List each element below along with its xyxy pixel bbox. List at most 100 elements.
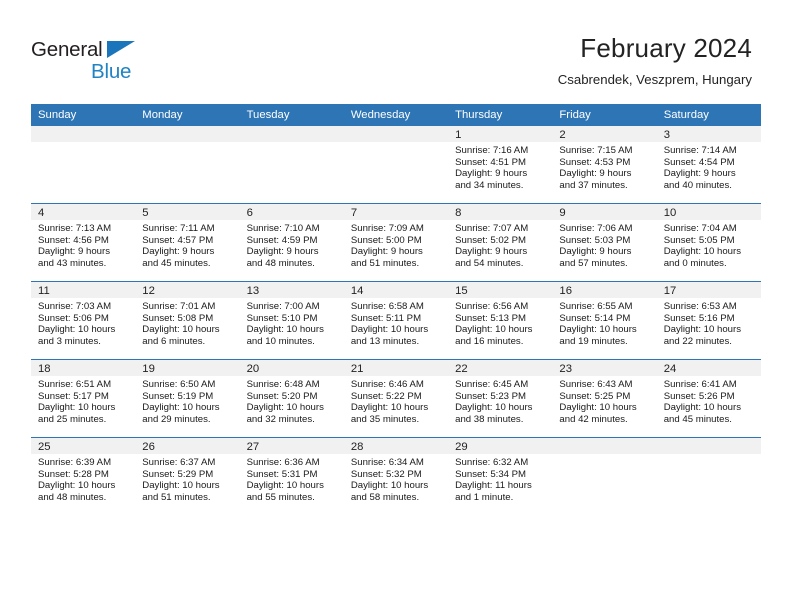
calendar-day-cell[interactable]: 21 Sunrise: 6:46 AM Sunset: 5:22 PM Dayligh… bbox=[343, 359, 449, 438]
day-number: 2 bbox=[552, 126, 657, 142]
calendar-day-cell[interactable]: 7 Sunrise: 7:09 AM Sunset: 5:00 PM Daylight… bbox=[343, 203, 449, 282]
daylight-text-line2: and 13 minutes. bbox=[350, 335, 420, 347]
day-sun-info: Sunrise: 7:09 AM Sunset: 5:00 PM Daylight:… bbox=[344, 220, 448, 269]
calendar-day-cell[interactable]: 5 Sunrise: 7:11 AM Sunset: 4:57 PM Daylight… bbox=[135, 203, 240, 282]
sunset-text: Sunset: 4:53 PM bbox=[559, 156, 631, 168]
daylight-text-line1: Daylight: 10 hours bbox=[663, 402, 742, 414]
daylight-text-line2: and 35 minutes. bbox=[350, 413, 420, 425]
sunrise-text: Sunrise: 6:36 AM bbox=[246, 457, 320, 468]
day-number: 10 bbox=[656, 204, 761, 220]
daylight-text-line2: and 45 minutes. bbox=[663, 413, 732, 425]
page-header: General Blue February 2024 Csabrendek, V… bbox=[0, 0, 792, 104]
day-number: 5 bbox=[135, 204, 240, 220]
calendar-day-cell[interactable]: 9 Sunrise: 7:06 AM Sunset: 5:03 PM Daylight… bbox=[552, 203, 657, 282]
calendar-day-cell[interactable] bbox=[31, 126, 136, 204]
calendar-day-cell[interactable]: 29 Sunrise: 6:32 AM Sunset: 5:34 PM Dayligh… bbox=[448, 437, 553, 515]
daylight-text-line2: and 42 minutes. bbox=[559, 413, 628, 425]
daylight-text-line2: and 55 minutes. bbox=[246, 491, 315, 503]
calendar-day-cell[interactable]: 2 Sunrise: 7:15 AM Sunset: 4:53 PM Daylight… bbox=[552, 126, 657, 204]
sunrise-text: Sunrise: 6:45 AM bbox=[455, 379, 529, 390]
calendar-day-cell[interactable]: 22 Sunrise: 6:45 AM Sunset: 5:23 PM Dayligh… bbox=[448, 359, 553, 438]
calendar-day-cell[interactable]: 8 Sunrise: 7:07 AM Sunset: 5:02 PM Daylight… bbox=[448, 203, 553, 282]
day-number: 16 bbox=[552, 282, 657, 298]
day-cell-inner bbox=[31, 126, 136, 203]
daylight-text-line2: and 29 minutes. bbox=[142, 413, 211, 425]
day-cell-inner: 23 Sunrise: 6:43 AM Sunset: 5:25 PM Dayligh… bbox=[552, 360, 657, 437]
calendar-day-cell[interactable]: 20 Sunrise: 6:48 AM Sunset: 5:20 PM Dayligh… bbox=[239, 359, 344, 438]
sunrise-text: Sunrise: 6:43 AM bbox=[559, 379, 633, 390]
day-cell-inner: 27 Sunrise: 6:36 AM Sunset: 5:31 PM Dayligh… bbox=[239, 438, 344, 515]
day-number: 12 bbox=[135, 282, 240, 298]
day-number: 28 bbox=[343, 438, 449, 454]
calendar-day-cell[interactable]: 24 Sunrise: 6:41 AM Sunset: 5:26 PM Dayligh… bbox=[656, 359, 761, 438]
calendar-day-cell[interactable] bbox=[656, 437, 761, 515]
daylight-text-line1: Daylight: 10 hours bbox=[455, 402, 533, 414]
calendar-day-cell[interactable]: 28 Sunrise: 6:34 AM Sunset: 5:32 PM Dayligh… bbox=[343, 437, 449, 515]
logo-text-general: General bbox=[31, 38, 103, 61]
day-sun-info: Sunrise: 6:58 AM Sunset: 5:11 PM Daylight:… bbox=[344, 298, 448, 347]
calendar-day-cell[interactable]: 3 Sunrise: 7:14 AM Sunset: 4:54 PM Daylight… bbox=[656, 126, 761, 204]
calendar-week-row: 18 Sunrise: 6:51 AM Sunset: 5:17 PM Dayligh… bbox=[31, 359, 761, 438]
sunset-text: Sunset: 4:59 PM bbox=[246, 234, 318, 246]
day-sun-info: Sunrise: 7:15 AM Sunset: 4:53 PM Daylight:… bbox=[552, 142, 656, 191]
day-cell-inner: 12 Sunrise: 7:01 AM Sunset: 5:08 PM Dayligh… bbox=[135, 282, 240, 359]
daylight-text-line1: Daylight: 10 hours bbox=[246, 480, 324, 492]
calendar-day-cell[interactable]: 1 Sunrise: 7:16 AM Sunset: 4:51 PM Daylight… bbox=[448, 126, 553, 204]
sunrise-text: Sunrise: 7:00 AM bbox=[246, 301, 320, 312]
general-blue-logo[interactable]: General Blue bbox=[31, 38, 151, 84]
sunrise-text: Sunrise: 6:55 AM bbox=[559, 301, 633, 312]
calendar-day-cell[interactable]: 16 Sunrise: 6:55 AM Sunset: 5:14 PM Dayligh… bbox=[552, 281, 657, 360]
calendar-day-cell[interactable]: 15 Sunrise: 6:56 AM Sunset: 5:13 PM Dayligh… bbox=[448, 281, 553, 360]
day-cell-inner bbox=[656, 438, 761, 515]
day-sun-info: Sunrise: 6:45 AM Sunset: 5:23 PM Daylight:… bbox=[448, 376, 552, 425]
sunset-text: Sunset: 5:10 PM bbox=[246, 312, 318, 324]
daylight-text-line1: Daylight: 9 hours bbox=[246, 246, 319, 258]
calendar-day-cell[interactable]: 10 Sunrise: 7:04 AM Sunset: 5:05 PM Dayligh… bbox=[656, 203, 761, 282]
weekday-header-monday: Monday bbox=[135, 104, 240, 126]
day-sun-info: Sunrise: 7:13 AM Sunset: 4:56 PM Daylight:… bbox=[31, 220, 135, 269]
daylight-text-line1: Daylight: 10 hours bbox=[559, 324, 637, 336]
calendar-week-row: 25 Sunrise: 6:39 AM Sunset: 5:28 PM Dayligh… bbox=[31, 437, 761, 515]
sunrise-text: Sunrise: 6:34 AM bbox=[350, 457, 424, 468]
daylight-text-line1: Daylight: 10 hours bbox=[455, 324, 533, 336]
day-cell-inner: 18 Sunrise: 6:51 AM Sunset: 5:17 PM Dayligh… bbox=[31, 360, 136, 437]
calendar-day-cell[interactable] bbox=[239, 126, 344, 204]
calendar-day-cell[interactable]: 18 Sunrise: 6:51 AM Sunset: 5:17 PM Dayligh… bbox=[31, 359, 136, 438]
day-sun-info: Sunrise: 6:50 AM Sunset: 5:19 PM Daylight:… bbox=[135, 376, 239, 425]
calendar-day-cell[interactable] bbox=[343, 126, 449, 204]
day-sun-info: Sunrise: 7:06 AM Sunset: 5:03 PM Daylight:… bbox=[552, 220, 656, 269]
calendar-day-cell[interactable]: 17 Sunrise: 6:53 AM Sunset: 5:16 PM Dayligh… bbox=[656, 281, 761, 360]
sunrise-text: Sunrise: 7:14 AM bbox=[663, 145, 737, 156]
day-number bbox=[552, 438, 657, 454]
sunrise-text: Sunrise: 7:07 AM bbox=[455, 223, 529, 234]
calendar-day-cell[interactable]: 27 Sunrise: 6:36 AM Sunset: 5:31 PM Dayligh… bbox=[239, 437, 344, 515]
sunset-text: Sunset: 5:16 PM bbox=[663, 312, 735, 324]
sunrise-text: Sunrise: 7:10 AM bbox=[246, 223, 320, 234]
calendar-day-cell[interactable]: 23 Sunrise: 6:43 AM Sunset: 5:25 PM Dayligh… bbox=[552, 359, 657, 438]
calendar-day-cell[interactable]: 14 Sunrise: 6:58 AM Sunset: 5:11 PM Dayligh… bbox=[343, 281, 449, 360]
day-number: 27 bbox=[239, 438, 344, 454]
calendar-day-cell[interactable]: 19 Sunrise: 6:50 AM Sunset: 5:19 PM Dayligh… bbox=[135, 359, 240, 438]
calendar-day-cell[interactable]: 6 Sunrise: 7:10 AM Sunset: 4:59 PM Daylight… bbox=[239, 203, 344, 282]
day-cell-inner: 3 Sunrise: 7:14 AM Sunset: 4:54 PM Daylight… bbox=[656, 126, 761, 203]
daylight-text-line1: Daylight: 10 hours bbox=[38, 402, 116, 414]
calendar-day-cell[interactable] bbox=[552, 437, 657, 515]
day-sun-info: Sunrise: 6:32 AM Sunset: 5:34 PM Daylight:… bbox=[448, 454, 552, 503]
calendar-day-cell[interactable]: 11 Sunrise: 7:03 AM Sunset: 5:06 PM Dayligh… bbox=[31, 281, 136, 360]
calendar-header-row: Sunday Monday Tuesday Wednesday Thursday… bbox=[31, 104, 761, 126]
calendar-day-cell[interactable]: 12 Sunrise: 7:01 AM Sunset: 5:08 PM Dayligh… bbox=[135, 281, 240, 360]
day-number: 1 bbox=[448, 126, 553, 142]
weekday-header-saturday: Saturday bbox=[656, 104, 761, 126]
day-cell-inner: 25 Sunrise: 6:39 AM Sunset: 5:28 PM Dayligh… bbox=[31, 438, 136, 515]
calendar-day-cell[interactable]: 13 Sunrise: 7:00 AM Sunset: 5:10 PM Dayligh… bbox=[239, 281, 344, 360]
logo-text-blue: Blue bbox=[91, 60, 132, 83]
sunset-text: Sunset: 5:25 PM bbox=[559, 390, 631, 402]
day-cell-inner: 15 Sunrise: 6:56 AM Sunset: 5:13 PM Dayligh… bbox=[448, 282, 553, 359]
sunset-text: Sunset: 5:23 PM bbox=[455, 390, 527, 402]
calendar-day-cell[interactable]: 26 Sunrise: 6:37 AM Sunset: 5:29 PM Dayligh… bbox=[135, 437, 240, 515]
day-number: 13 bbox=[239, 282, 344, 298]
calendar-day-cell[interactable] bbox=[135, 126, 240, 204]
calendar-day-cell[interactable]: 4 Sunrise: 7:13 AM Sunset: 4:56 PM Daylight… bbox=[31, 203, 136, 282]
day-number: 23 bbox=[552, 360, 657, 376]
calendar-day-cell[interactable]: 25 Sunrise: 6:39 AM Sunset: 5:28 PM Dayligh… bbox=[31, 437, 136, 515]
